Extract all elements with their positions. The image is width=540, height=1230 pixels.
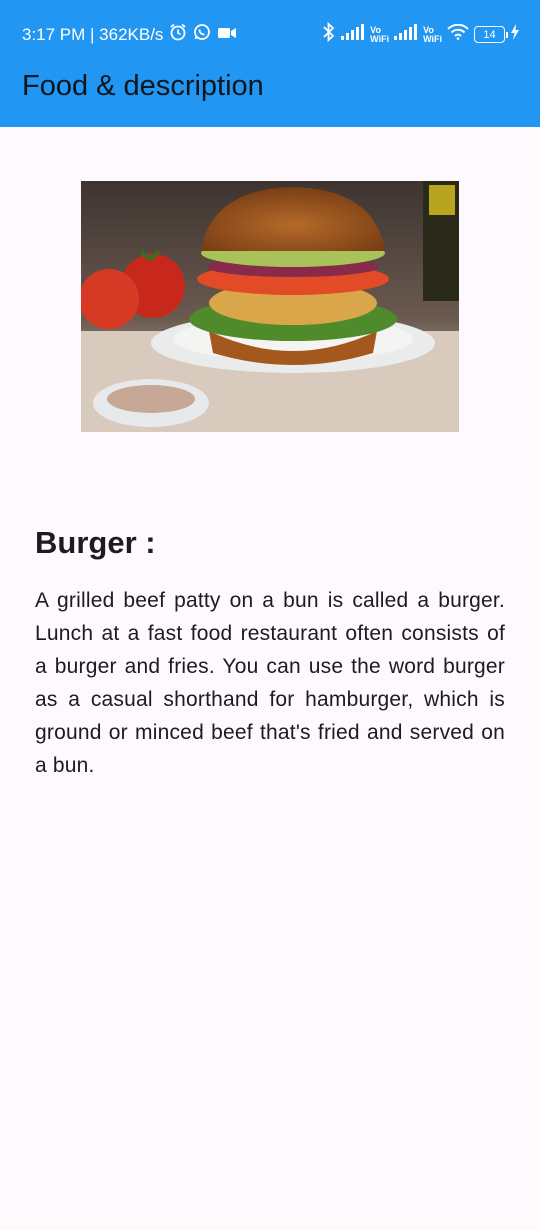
status-left: 3:17 PM | 362KB/s — [22, 23, 237, 46]
signal-icon — [341, 24, 365, 45]
status-time: 3:17 PM | 362KB/s — [22, 24, 164, 44]
bluetooth-icon — [322, 21, 336, 47]
whatsapp-icon — [193, 23, 211, 46]
status-bar: 3:17 PM | 362KB/s Vo WiFi Vo WiFi 14 — [0, 0, 540, 68]
battery-level: 14 — [483, 28, 496, 41]
video-icon — [217, 25, 237, 45]
wifi-text: WiFi — [370, 33, 390, 44]
vowifi-label: Vo WiFi — [370, 25, 390, 44]
wifi-text-2: WiFi — [423, 33, 442, 44]
page-title: Food & description — [22, 70, 264, 102]
burger-image — [81, 181, 459, 432]
status-right: Vo WiFi Vo WiFi 14 — [322, 21, 520, 47]
alarm-icon — [169, 23, 187, 46]
food-name: Burger : — [35, 525, 156, 560]
app-bar: 3:17 PM | 362KB/s Vo WiFi Vo WiFi 14 Foo… — [0, 0, 540, 127]
food-description: A grilled beef patty on a bun is called … — [35, 589, 505, 777]
battery-icon: 14 — [474, 26, 508, 43]
signal-icon-2 — [394, 24, 418, 45]
charging-icon — [510, 24, 520, 45]
wifi-icon — [447, 23, 469, 45]
vowifi-label-2: Vo WiFi — [423, 25, 442, 44]
